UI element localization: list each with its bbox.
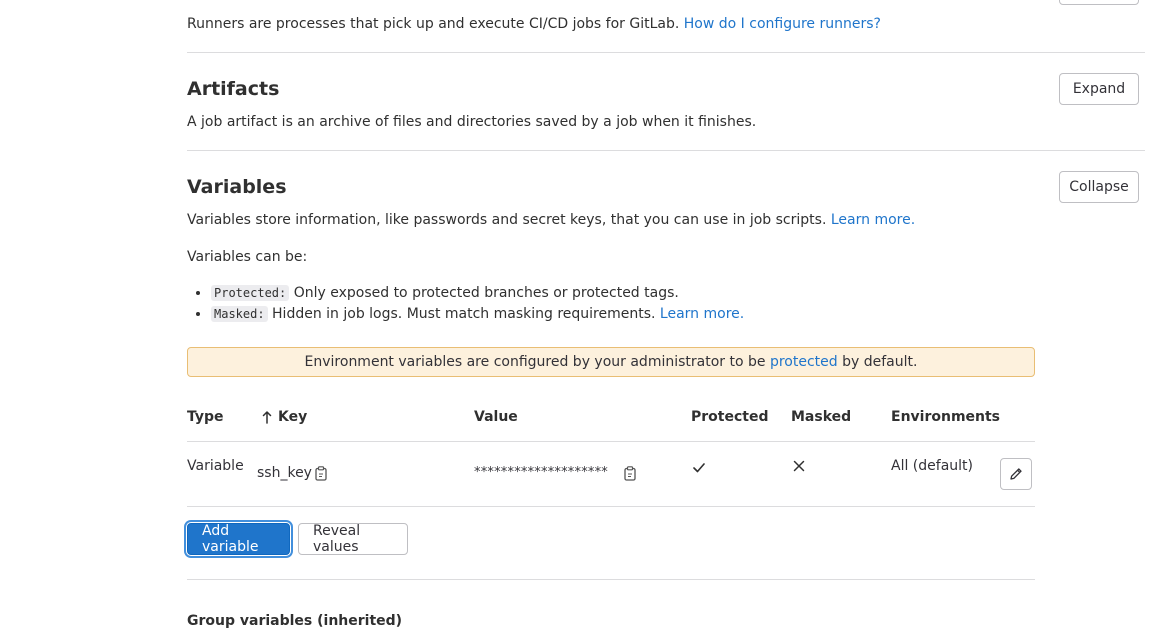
variable-value: ******************** xyxy=(474,465,608,480)
alert-text-before: Environment variables are configured by … xyxy=(304,354,766,370)
close-icon xyxy=(793,460,805,476)
table-header-divider xyxy=(187,441,1035,442)
column-header-environments: Environments xyxy=(891,409,1001,425)
artifacts-description: A job artifact is an archive of files an… xyxy=(187,114,757,130)
masked-code: Masked: xyxy=(211,306,268,322)
add-variable-button[interactable]: Add variable xyxy=(187,523,290,555)
reveal-values-button[interactable]: Reveal values xyxy=(298,523,408,555)
artifacts-expand-button[interactable]: Expand xyxy=(1059,73,1139,105)
variables-learn-more-link[interactable]: Learn more. xyxy=(831,212,915,228)
protected-description: Only exposed to protected branches or pr… xyxy=(293,285,679,301)
edit-variable-button[interactable] xyxy=(1000,458,1032,490)
group-variables-heading: Group variables (inherited) xyxy=(187,613,403,629)
column-header-masked: Masked xyxy=(791,409,852,425)
arrow-up-icon xyxy=(262,410,272,424)
divider xyxy=(187,579,1035,580)
variables-collapse-button[interactable]: Collapse xyxy=(1059,171,1139,203)
divider xyxy=(187,150,1145,151)
list-item: Protected: Only exposed to protected bra… xyxy=(211,283,744,304)
variable-environments: All (default) xyxy=(891,458,973,474)
runners-help-link[interactable]: How do I configure runners? xyxy=(684,16,881,32)
variables-description: Variables store information, like passwo… xyxy=(187,211,915,229)
copy-key-icon[interactable] xyxy=(315,466,328,481)
masked-description: Hidden in job logs. Must match masking r… xyxy=(272,306,656,322)
protected-code: Protected: xyxy=(211,285,290,301)
check-icon xyxy=(693,461,705,477)
runners-toggle-button[interactable] xyxy=(1059,0,1139,5)
runners-description: Runners are processes that pick up and e… xyxy=(187,15,881,33)
variable-type: Variable xyxy=(187,458,244,474)
protected-default-alert: Environment variables are configured by … xyxy=(187,347,1035,377)
column-header-value: Value xyxy=(474,409,518,425)
column-header-type: Type xyxy=(187,409,224,425)
pencil-icon xyxy=(1009,467,1023,481)
variables-description-text: Variables store information, like passwo… xyxy=(187,212,827,228)
variable-types-list: Protected: Only exposed to protected bra… xyxy=(187,283,744,325)
variable-key: ssh_key xyxy=(257,465,312,481)
column-header-key-label: Key xyxy=(278,409,308,425)
table-row-divider xyxy=(187,506,1035,507)
copy-value-icon[interactable] xyxy=(624,466,637,481)
column-header-protected: Protected xyxy=(691,409,769,425)
artifacts-title: Artifacts xyxy=(187,78,280,100)
runners-description-text: Runners are processes that pick up and e… xyxy=(187,16,680,32)
variables-can-be-label: Variables can be: xyxy=(187,249,308,265)
column-header-key[interactable]: Key xyxy=(262,409,307,425)
variables-title: Variables xyxy=(187,176,287,198)
divider xyxy=(187,52,1145,53)
masking-learn-more-link[interactable]: Learn more. xyxy=(660,306,744,322)
alert-protected-link[interactable]: protected xyxy=(770,354,838,370)
list-item: Masked: Hidden in job logs. Must match m… xyxy=(211,304,744,325)
alert-text-after: by default. xyxy=(842,354,918,370)
